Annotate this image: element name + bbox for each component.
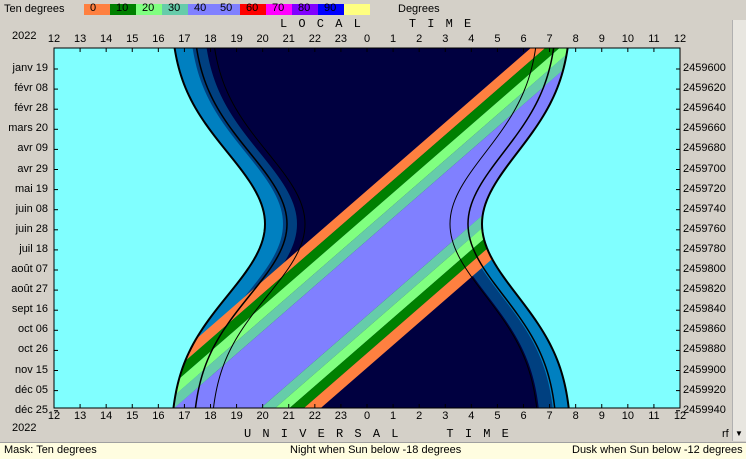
hour-label: 16 <box>152 33 165 45</box>
date-label: nov 15 <box>14 363 48 376</box>
hour-label: 13 <box>73 33 87 45</box>
hour-label: 4 <box>468 33 475 45</box>
hour-label: 8 <box>572 410 579 422</box>
julian-day-label: 2459680 <box>683 142 726 155</box>
hour-label: 17 <box>178 410 191 422</box>
status-night: Night when Sun below -18 degrees <box>290 444 462 456</box>
julian-day-label: 2459760 <box>683 222 726 235</box>
julian-day-label: 2459800 <box>683 263 726 275</box>
hour-label: 2 <box>416 33 423 45</box>
status-dusk: Dusk when Sun below -12 degrees <box>572 444 743 456</box>
hour-label: 5 <box>494 410 501 422</box>
hour-label: 5 <box>494 33 501 45</box>
hour-label: 4 <box>468 410 475 422</box>
hour-label: 8 <box>572 33 579 45</box>
hour-label: 18 <box>204 33 217 45</box>
hour-label: 6 <box>520 410 527 422</box>
hour-label: 0 <box>363 410 371 422</box>
hour-label: 3 <box>442 410 449 422</box>
hour-label: 15 <box>126 410 139 422</box>
hour-label: 6 <box>520 33 527 45</box>
hour-label: 2 <box>416 410 423 422</box>
date-label: févr 08 <box>14 82 48 95</box>
julian-day-label: 2459780 <box>683 242 726 255</box>
date-label: juil 18 <box>19 242 48 255</box>
date-label: avr 29 <box>17 162 48 175</box>
date-label: juin 08 <box>15 202 48 215</box>
date-label: juin 28 <box>15 222 48 235</box>
hour-label: 1 <box>390 33 397 45</box>
hour-label: 0 <box>363 33 371 45</box>
hour-label: 23 <box>334 33 348 45</box>
vertical-scrollbar[interactable]: ▼ <box>732 20 746 441</box>
hour-label: 22 <box>308 410 321 422</box>
night-chart <box>53 47 681 412</box>
date-label: oct 26 <box>18 343 48 356</box>
hour-label: 10 <box>621 410 634 422</box>
hour-label: 20 <box>256 33 269 45</box>
date-label: janv 19 <box>12 62 48 74</box>
hour-label: 17 <box>178 33 191 45</box>
hour-label: 14 <box>100 410 113 422</box>
julian-day-label: 2459880 <box>683 343 726 356</box>
hour-label: 15 <box>126 33 139 45</box>
status-bar: Mask: Ten degrees Night when Sun below -… <box>0 442 746 459</box>
julian-day-label: 2459740 <box>683 202 726 215</box>
hour-label: 9 <box>598 33 605 45</box>
julian-day-label: 2459720 <box>683 182 726 195</box>
hour-label: 18 <box>204 410 217 422</box>
hour-label: 1 <box>390 410 397 422</box>
date-label: févr 28 <box>14 102 48 115</box>
hour-label: 10 <box>621 33 634 45</box>
julian-day-label: 2459840 <box>683 303 726 316</box>
julian-day-label: 2459640 <box>683 102 726 115</box>
date-label: août 07 <box>11 263 48 275</box>
julian-day-label: 2459700 <box>683 162 726 175</box>
hour-label: 7 <box>546 33 553 45</box>
date-label: août 27 <box>11 283 48 296</box>
julian-day-label: 2459860 <box>683 323 726 336</box>
date-label: mai 19 <box>14 182 48 195</box>
julian-day-label: 2459660 <box>683 122 726 135</box>
hour-label: 12 <box>47 33 61 45</box>
hour-label: 20 <box>256 410 269 422</box>
hour-label: 12 <box>673 33 687 45</box>
scroll-down-icon[interactable]: ▼ <box>735 430 743 438</box>
julian-day-label: 2459820 <box>683 283 726 296</box>
status-mask: Mask: Ten degrees <box>4 444 97 456</box>
julian-day-label: 2459620 <box>683 82 726 95</box>
hour-label: 19 <box>230 33 243 45</box>
date-label: sept 16 <box>11 303 48 316</box>
date-label: oct 06 <box>18 323 48 336</box>
hour-label: 11 <box>648 33 660 45</box>
date-label: mars 20 <box>8 122 48 135</box>
hour-label: 7 <box>546 410 553 422</box>
hour-label: 11 <box>648 410 660 422</box>
hour-label: 21 <box>282 410 295 422</box>
hour-label: 19 <box>230 410 243 422</box>
hour-label: 14 <box>100 33 113 45</box>
julian-day-label: 2459600 <box>683 62 726 74</box>
hour-label: 13 <box>73 410 87 422</box>
hour-label: 9 <box>598 410 605 422</box>
julian-day-label: 2459940 <box>683 403 726 416</box>
hour-label: 22 <box>308 33 321 45</box>
hour-label: 3 <box>442 33 449 45</box>
hour-label: 21 <box>282 33 295 45</box>
hour-label: 16 <box>152 410 165 422</box>
date-label: déc 05 <box>14 383 48 396</box>
hour-label: 23 <box>334 410 348 422</box>
date-label: avr 09 <box>17 142 48 155</box>
julian-day-label: 2459900 <box>683 363 726 376</box>
julian-day-label: 2459920 <box>683 383 726 396</box>
date-label: déc 25 <box>14 403 48 416</box>
